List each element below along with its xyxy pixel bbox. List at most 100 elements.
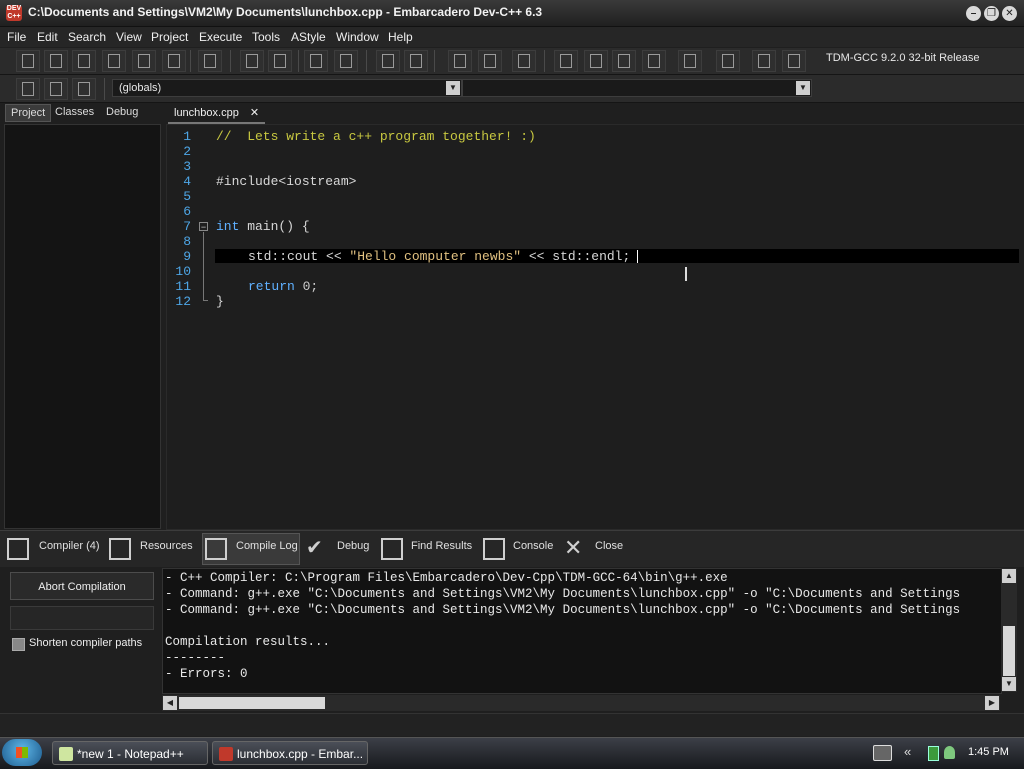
restore-button[interactable]: ❐ — [984, 6, 999, 21]
close-window-button[interactable]: ✕ — [1002, 6, 1017, 21]
tab-find-results[interactable]: Find Results — [411, 540, 472, 552]
new-file-icon[interactable] — [16, 50, 40, 72]
undo-icon[interactable] — [376, 50, 400, 72]
log-horizontal-scrollbar[interactable]: ◀ ▶ — [162, 695, 1000, 711]
menu-project[interactable]: Project — [151, 30, 188, 44]
line-number: 7 — [183, 219, 191, 234]
goto-bookmark-icon[interactable] — [72, 78, 96, 100]
class-toolbar: (globals) ▼ ▼ — [0, 75, 1024, 103]
show-hidden-icons-chevron[interactable]: « — [904, 744, 911, 759]
remove-from-project-icon[interactable] — [478, 50, 502, 72]
horizontal-scroll-thumb[interactable] — [179, 697, 325, 709]
chevron-down-icon[interactable]: ▼ — [446, 81, 460, 95]
tab-console[interactable]: Console — [513, 540, 553, 552]
tab-resources[interactable]: Resources — [140, 540, 193, 552]
line-number: 3 — [183, 159, 191, 174]
taskbar-clock[interactable]: 1:45 PM — [968, 746, 1009, 758]
project-tree-panel[interactable] — [4, 124, 161, 529]
find-icon[interactable] — [240, 50, 264, 72]
tab-debug[interactable]: Debug — [101, 104, 143, 120]
log-vertical-scrollbar[interactable]: ▲ ▼ — [1001, 568, 1017, 692]
battery-icon[interactable] — [928, 746, 939, 761]
rebuild-all-icon[interactable] — [642, 50, 666, 72]
scroll-right-icon[interactable]: ▶ — [985, 696, 999, 710]
compiler-select[interactable]: TDM-GCC 9.2.0 32-bit Release — [820, 50, 1020, 68]
menu-edit[interactable]: Edit — [37, 30, 58, 44]
line-number: 5 — [183, 189, 191, 204]
scroll-left-icon[interactable]: ◀ — [163, 696, 177, 710]
code-editor[interactable]: 1 2 3 4 5 6 7 8 9 10 11 12 − // Lets wri… — [166, 124, 1024, 530]
profile-icon[interactable] — [752, 50, 776, 72]
fullscreen-icon[interactable] — [334, 50, 358, 72]
devcpp-app-icon[interactable]: DEV C++ — [6, 5, 22, 21]
open-folder-icon[interactable] — [44, 50, 68, 72]
menu-view[interactable]: View — [116, 30, 142, 44]
shorten-paths-label: Shorten compiler paths — [29, 637, 143, 649]
editor-file-tab[interactable]: lunchbox.cpp ✕ — [168, 104, 266, 124]
print-icon[interactable] — [198, 50, 222, 72]
line-number: 12 — [175, 294, 191, 309]
close-file-icon[interactable] — [132, 50, 156, 72]
goto-line-icon[interactable] — [304, 50, 328, 72]
code-line-11: return 0; — [248, 279, 318, 294]
status-bar — [0, 713, 1024, 736]
code-line-9-b: << std::endl; — [521, 249, 631, 264]
tab-debug-bottom[interactable]: Debug — [337, 540, 369, 552]
scroll-down-icon[interactable]: ▼ — [1002, 677, 1016, 691]
menu-file[interactable]: File — [7, 30, 26, 44]
minimize-button[interactable]: – — [966, 6, 981, 21]
save-all-icon[interactable] — [102, 50, 126, 72]
new-project-icon[interactable] — [448, 50, 472, 72]
compile-log-output[interactable]: - C++ Compiler: C:\Program Files\Embarca… — [162, 568, 1002, 694]
window-title: C:\Documents and Settings\VM2\My Documen… — [28, 5, 543, 19]
close-panel-icon: ✕ — [564, 535, 583, 560]
function-select[interactable]: ▼ — [462, 79, 812, 97]
line-number: 10 — [175, 264, 191, 279]
users-icon[interactable] — [944, 746, 955, 759]
notepadpp-icon — [59, 747, 73, 761]
menu-search[interactable]: Search — [68, 30, 106, 44]
menu-tools[interactable]: Tools — [252, 30, 280, 44]
compile-icon[interactable] — [554, 50, 578, 72]
shorten-paths-checkbox[interactable] — [12, 638, 25, 651]
fold-collapse-icon[interactable]: − — [199, 222, 208, 232]
save-icon[interactable] — [72, 50, 96, 72]
menu-window[interactable]: Window — [336, 30, 379, 44]
chevron-down-icon[interactable]: ▼ — [796, 81, 810, 95]
syntax-check-icon[interactable] — [678, 50, 702, 72]
vertical-scroll-thumb[interactable] — [1003, 626, 1015, 676]
insert-icon[interactable] — [16, 78, 40, 100]
bookmark-icon[interactable] — [44, 78, 68, 100]
log-line: - Errors: 0 — [165, 667, 248, 681]
scope-select[interactable]: (globals) ▼ — [112, 79, 462, 97]
log-line: Compilation results... — [165, 635, 331, 649]
delete-profile-icon[interactable] — [782, 50, 806, 72]
tab-compile-log[interactable]: Compile Log — [236, 540, 298, 552]
taskbar-item-devcpp[interactable]: lunchbox.cpp - Embar... — [212, 741, 368, 765]
abort-compilation-button[interactable]: Abort Compilation — [10, 572, 154, 600]
line-number: 4 — [183, 174, 191, 189]
tab-close[interactable]: Close — [595, 540, 623, 552]
keyboard-icon[interactable] — [873, 745, 892, 761]
console-icon — [483, 538, 505, 560]
replace-icon[interactable] — [268, 50, 292, 72]
scroll-up-icon[interactable]: ▲ — [1002, 569, 1016, 583]
project-options-icon[interactable] — [512, 50, 536, 72]
start-button[interactable] — [2, 739, 42, 766]
menu-help[interactable]: Help — [388, 30, 413, 44]
menu-execute[interactable]: Execute — [199, 30, 242, 44]
text-caret — [637, 250, 638, 263]
stop-execution-icon[interactable] — [716, 50, 740, 72]
tab-compiler[interactable]: Compiler (4) — [39, 540, 100, 552]
tab-classes[interactable]: Classes — [50, 104, 99, 120]
scope-select-value: (globals) — [119, 82, 162, 94]
tab-project[interactable]: Project — [5, 104, 52, 122]
resources-icon — [109, 538, 131, 560]
run-icon[interactable] — [584, 50, 608, 72]
taskbar-item-notepadpp[interactable]: *new 1 - Notepad++ — [52, 741, 208, 765]
close-all-icon[interactable] — [162, 50, 186, 72]
redo-icon[interactable] — [404, 50, 428, 72]
close-tab-icon[interactable]: ✕ — [250, 107, 259, 119]
compile-run-icon[interactable] — [612, 50, 636, 72]
menu-astyle[interactable]: AStyle — [291, 30, 326, 44]
